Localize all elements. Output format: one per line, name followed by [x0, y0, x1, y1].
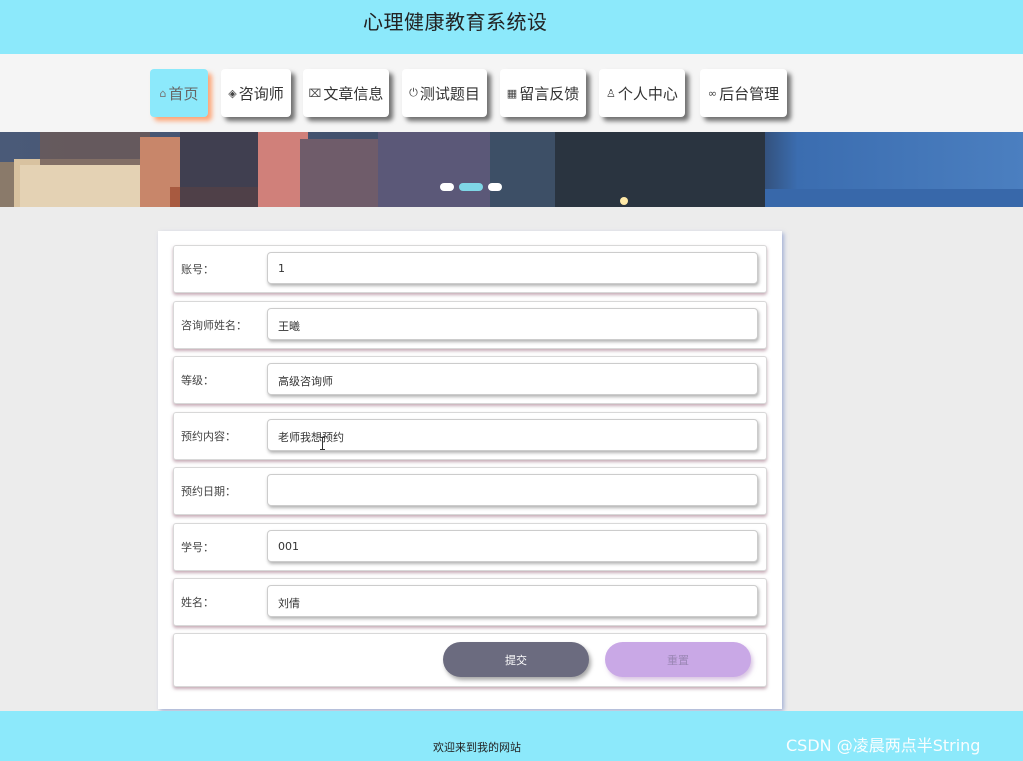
appointment-form: 账号： 1 咨询师姓名： 王曦 等级： 高级咨询师 预约内容： 老师我想预约 预… [158, 231, 782, 709]
power-icon: ⏻ [409, 86, 418, 99]
field-label: 等级： [181, 374, 214, 387]
nav-feedback[interactable]: ▦ 留言反馈 [500, 69, 586, 117]
nav-home[interactable]: ⌂ 首页 [150, 69, 208, 117]
text-cursor-icon [320, 437, 325, 450]
content-field[interactable]: 老师我想预约 [267, 419, 758, 451]
student-id-field[interactable]: 001 [267, 530, 758, 562]
nav-tests[interactable]: ⏻ 测试题目 [402, 69, 487, 117]
watermark: CSDN @凌晨两点半String [786, 736, 981, 755]
account-field[interactable]: 1 [267, 252, 758, 284]
form-row-account: 账号： 1 [173, 245, 767, 293]
nav-label: 后台管理 [719, 84, 780, 103]
footer-text: 欢迎来到我的网站 [433, 741, 521, 754]
form-row-counselor-name: 咨询师姓名： 王曦 [173, 301, 767, 349]
nav-label: 留言反馈 [519, 84, 580, 103]
carousel-dot[interactable] [488, 183, 502, 191]
main-navbar: ⌂ 首页 ◈ 咨询师 ⌧ 文章信息 ⏻ 测试题目 ▦ 留言反馈 ♙ 个人中心 ∞… [0, 54, 1023, 132]
nav-profile[interactable]: ♙ 个人中心 [599, 69, 685, 117]
nav-admin[interactable]: ∞ 后台管理 [700, 69, 787, 117]
link-icon: ∞ [707, 86, 718, 100]
form-row-date: 预约日期： [173, 467, 767, 515]
hero-banner [0, 132, 1023, 207]
field-label: 预约内容： [181, 430, 236, 443]
field-label: 预约日期： [181, 485, 236, 498]
carousel-indicators [440, 183, 502, 191]
name-field[interactable]: 刘倩 [267, 585, 758, 617]
user-icon: ♙ [606, 86, 616, 100]
level-field[interactable]: 高级咨询师 [267, 363, 758, 395]
home-icon: ⌂ [159, 86, 167, 100]
submit-button[interactable]: 提交 [443, 642, 589, 677]
form-row-name: 姓名： 刘倩 [173, 578, 767, 626]
counselor-name-field[interactable]: 王曦 [267, 308, 758, 340]
form-actions: 提交 重置 [173, 633, 767, 687]
site-title: 心理健康教育系统设 [363, 10, 548, 34]
book-icon: ⌧ [308, 86, 322, 100]
field-label: 学号： [181, 541, 214, 554]
field-label: 咨询师姓名： [181, 319, 247, 332]
field-label: 账号： [181, 263, 214, 276]
carousel-dot-active[interactable] [459, 183, 483, 191]
form-row-level: 等级： 高级咨询师 [173, 356, 767, 404]
nav-counselor[interactable]: ◈ 咨询师 [221, 69, 291, 117]
nav-label: 文章信息 [323, 84, 384, 103]
layers-icon: ◈ [228, 86, 237, 100]
reset-button[interactable]: 重置 [605, 642, 751, 677]
carousel-dot[interactable] [440, 183, 454, 191]
date-field[interactable] [267, 474, 758, 506]
nav-label: 咨询师 [238, 84, 284, 103]
field-label: 姓名： [181, 596, 214, 609]
site-footer: 欢迎来到我的网站 CSDN @凌晨两点半String [0, 711, 1023, 761]
form-row-student-id: 学号： 001 [173, 523, 767, 571]
nav-label: 测试题目 [419, 84, 480, 103]
nav-articles[interactable]: ⌧ 文章信息 [303, 69, 389, 117]
form-row-content: 预约内容： 老师我想预约 [173, 412, 767, 460]
site-header: 心理健康教育系统设 [0, 0, 1023, 54]
grid-icon: ▦ [506, 86, 518, 100]
nav-label: 个人中心 [617, 84, 678, 103]
nav-label: 首页 [168, 84, 199, 103]
